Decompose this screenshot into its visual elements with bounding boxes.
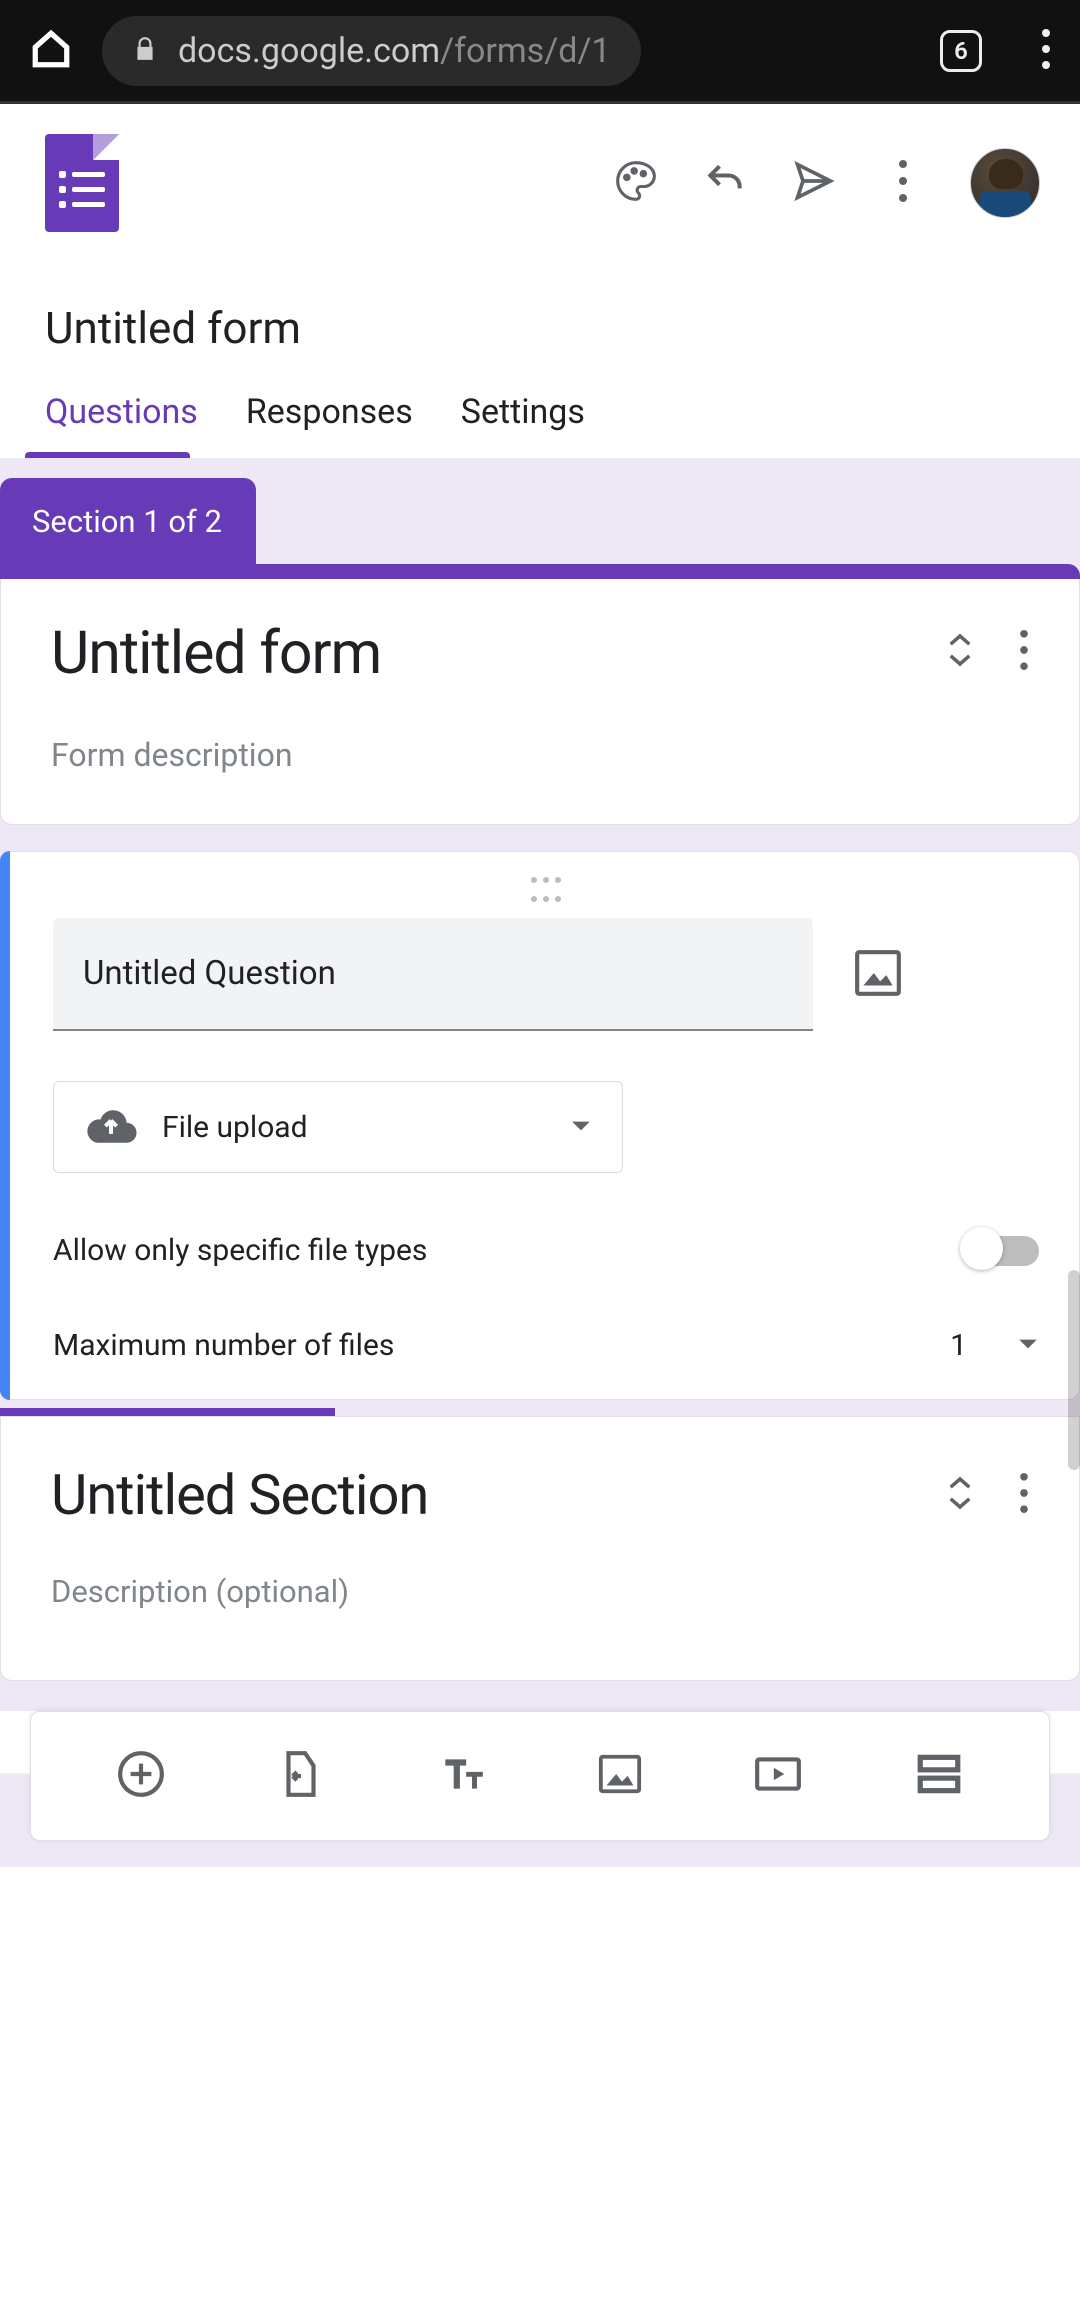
- home-icon[interactable]: [30, 28, 72, 74]
- card-more-icon[interactable]: [1019, 1472, 1029, 1518]
- lock-icon: [132, 34, 158, 68]
- allow-specific-label: Allow only specific file types: [53, 1233, 427, 1268]
- more-icon[interactable]: [881, 159, 925, 207]
- tab-count-button[interactable]: 6: [940, 30, 982, 72]
- collapse-icon[interactable]: [946, 1474, 974, 1516]
- form-title-area: Untitled form: [0, 252, 1080, 379]
- max-files-value[interactable]: 1: [950, 1328, 967, 1363]
- browser-chrome: docs.google.com/forms/d/1 6: [0, 0, 1080, 104]
- tab-responses[interactable]: Responses: [246, 392, 413, 452]
- question-toolbar: [30, 1711, 1050, 1841]
- section-indicator: Section 1 of 2: [0, 478, 256, 564]
- add-image-icon[interactable]: [597, 1751, 643, 1801]
- question-card[interactable]: File upload Allow only specific file typ…: [0, 851, 1080, 1400]
- section-description-input[interactable]: Description (optional): [51, 1573, 1029, 1610]
- form-title-input[interactable]: Untitled form: [51, 619, 381, 688]
- tab-questions[interactable]: Questions: [45, 392, 198, 452]
- max-files-row: Maximum number of files 1: [53, 1328, 1039, 1363]
- progress-bar: [0, 1408, 1080, 1416]
- undo-icon[interactable]: [703, 159, 747, 207]
- max-files-label: Maximum number of files: [53, 1328, 394, 1363]
- form-canvas: Section 1 of 2 Untitled form Form descri…: [0, 458, 1080, 1741]
- allow-specific-file-types-row: Allow only specific file types: [53, 1233, 1039, 1268]
- import-questions-icon[interactable]: [276, 1749, 326, 1803]
- send-icon[interactable]: [792, 159, 836, 207]
- question-type-select[interactable]: File upload: [53, 1081, 623, 1173]
- section-header-card[interactable]: Untitled Section Description (optional): [0, 1416, 1080, 1681]
- tab-settings[interactable]: Settings: [461, 392, 585, 452]
- palette-icon[interactable]: [614, 159, 658, 207]
- add-question-icon[interactable]: [116, 1749, 166, 1803]
- url-text: docs.google.com/forms/d/1: [178, 31, 611, 71]
- browser-menu-icon[interactable]: [1042, 29, 1050, 73]
- forms-logo-icon[interactable]: [45, 134, 119, 232]
- question-type-label: File upload: [162, 1110, 308, 1145]
- section-title-input[interactable]: Untitled Section: [51, 1462, 428, 1528]
- add-section-icon[interactable]: [914, 1749, 964, 1803]
- url-bar[interactable]: docs.google.com/forms/d/1: [102, 16, 641, 86]
- form-title[interactable]: Untitled form: [45, 302, 1080, 354]
- file-upload-icon: [84, 1105, 138, 1149]
- editor-tabs: Questions Responses Settings: [0, 379, 1080, 452]
- collapse-icon[interactable]: [946, 631, 974, 673]
- card-more-icon[interactable]: [1019, 629, 1029, 675]
- drag-handle-icon[interactable]: [53, 870, 1039, 908]
- form-header-card[interactable]: Untitled form Form description: [0, 579, 1080, 825]
- chevron-down-icon: [570, 1118, 592, 1137]
- scrollbar[interactable]: [1068, 1270, 1080, 1470]
- add-video-icon[interactable]: [753, 1749, 803, 1803]
- form-description-input[interactable]: Form description: [51, 736, 1029, 774]
- avatar[interactable]: [970, 148, 1040, 218]
- section-accent-bar: [0, 564, 1080, 579]
- app-header: [0, 104, 1080, 252]
- question-title-input[interactable]: [53, 918, 813, 1031]
- add-image-icon[interactable]: [853, 948, 903, 1002]
- allow-specific-toggle[interactable]: [963, 1236, 1039, 1266]
- chevron-down-icon[interactable]: [1017, 1336, 1039, 1355]
- add-title-icon[interactable]: [437, 1749, 487, 1803]
